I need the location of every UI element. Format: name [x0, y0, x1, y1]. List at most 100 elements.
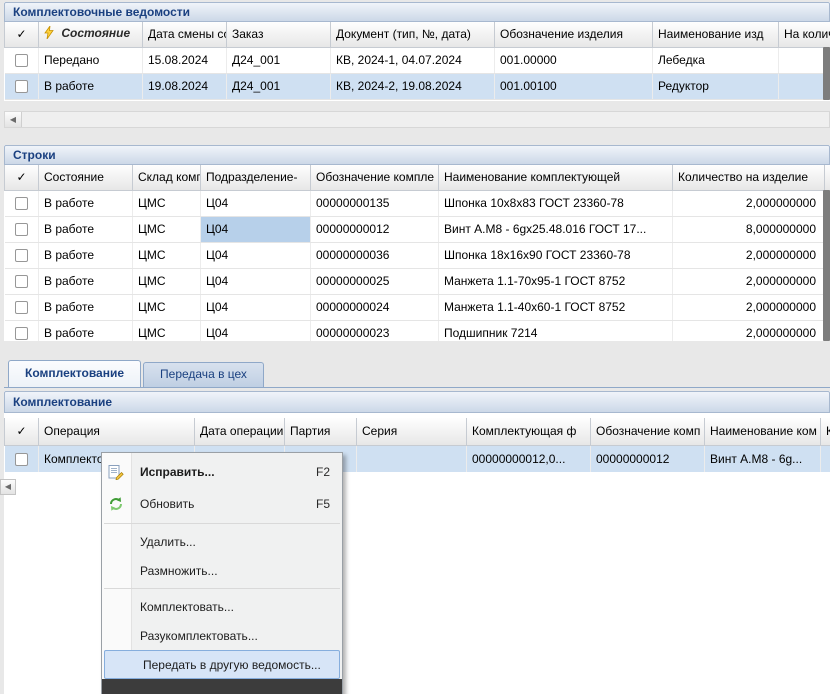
cell[interactable]: ЦМС	[133, 216, 201, 242]
cell[interactable]: В работе	[39, 320, 133, 341]
cell[interactable]: 00000000135	[311, 190, 439, 216]
cell[interactable]: Ц04	[201, 268, 311, 294]
cell[interactable]: Манжета 1.1-40x60-1 ГОСТ 8752	[439, 294, 673, 320]
column-header-state[interactable]: Состояние	[39, 22, 143, 47]
column-header-qty[interactable]: На колич	[779, 22, 830, 47]
table-row[interactable]: Передано 15.08.2024 Д24_001 КВ, 2024-1, …	[5, 47, 830, 73]
cell[interactable]: ЦМС	[133, 294, 201, 320]
checkbox-cell[interactable]	[5, 242, 39, 268]
select-all-header[interactable]: ✓	[5, 418, 39, 445]
cell[interactable]: 00000000024	[311, 294, 439, 320]
column-header-component[interactable]: Комплектующая ф	[467, 418, 591, 445]
cell[interactable]: Ц04	[201, 242, 311, 268]
checkbox-cell[interactable]	[5, 190, 39, 216]
column-header-order[interactable]: Заказ	[227, 22, 331, 47]
column-header-state[interactable]: Состояние	[39, 165, 133, 190]
column-header-component-name[interactable]: Наименование комплектующей	[439, 165, 673, 190]
table-row[interactable]: В работе ЦМС Ц04 00000000012 Винт А.М8 -…	[5, 216, 830, 242]
tab-peredacha-v-ceh[interactable]: Передача в цех	[143, 362, 264, 387]
column-header-operation[interactable]: Операция	[39, 418, 195, 445]
tab-komplektovanie[interactable]: Комплектование	[8, 360, 141, 387]
cell[interactable]: Лебедка	[653, 47, 779, 73]
cell[interactable]: 15.08.2024	[143, 47, 227, 73]
column-header-series[interactable]: Серия	[357, 418, 467, 445]
cell[interactable]: В работе	[39, 268, 133, 294]
cell[interactable]: Д24_001	[227, 47, 331, 73]
vertical-scrollbar[interactable]	[823, 47, 830, 100]
column-header-qty[interactable]: К	[821, 418, 830, 445]
cell[interactable]: Шпонка 10x8x83 ГОСТ 23360-78	[439, 190, 673, 216]
table-row[interactable]: В работе ЦМС Ц04 00000000024 Манжета 1.1…	[5, 294, 830, 320]
column-header-designation[interactable]: Обозначение комп	[591, 418, 705, 445]
cell[interactable]: ЦМС	[133, 242, 201, 268]
column-header-designation[interactable]: Обозначение компле	[311, 165, 439, 190]
checkbox-cell[interactable]	[5, 216, 39, 242]
cell[interactable]: Ц04	[201, 320, 311, 341]
column-header-warehouse[interactable]: Склад комп	[133, 165, 201, 190]
cell[interactable]: КВ, 2024-1, 04.07.2024	[331, 47, 495, 73]
table-row-selected[interactable]: В работе 19.08.2024 Д24_001 КВ, 2024-2, …	[5, 73, 830, 99]
cell[interactable]: ЦМС	[133, 190, 201, 216]
cell[interactable]: ЦМС	[133, 268, 201, 294]
row-checkbox[interactable]	[15, 301, 28, 314]
checkbox-cell[interactable]	[5, 268, 39, 294]
select-all-header[interactable]: ✓	[5, 22, 39, 47]
checkbox-cell[interactable]	[5, 294, 39, 320]
column-header-name[interactable]: Наименование ком	[705, 418, 821, 445]
row-checkbox[interactable]	[15, 453, 28, 466]
cell[interactable]: В работе	[39, 73, 143, 99]
cell[interactable]: 001.00100	[495, 73, 653, 99]
horizontal-scrollbar[interactable]: ◀	[4, 111, 830, 128]
current-cell[interactable]: 19.08.2024	[143, 73, 227, 99]
cell[interactable]: В работе	[39, 190, 133, 216]
cell[interactable]: Подшипник 7214	[439, 320, 673, 341]
menu-item-transfer[interactable]: Передать в другую ведомость...	[104, 650, 340, 679]
cell[interactable]: В работе	[39, 216, 133, 242]
column-header-division[interactable]: Подразделение-	[201, 165, 311, 190]
checkbox-cell[interactable]	[5, 47, 39, 73]
menu-item-assemble[interactable]: Комплектовать...	[102, 592, 342, 621]
cell[interactable]: 2,000000000	[673, 294, 825, 320]
row-checkbox[interactable]	[15, 80, 28, 93]
menu-item-delete[interactable]: Удалить...	[102, 527, 342, 556]
cell[interactable]: Шпонка 18x16x90 ГОСТ 23360-78	[439, 242, 673, 268]
row-checkbox[interactable]	[15, 327, 28, 340]
row-checkbox[interactable]	[15, 249, 28, 262]
cell[interactable]: В работе	[39, 242, 133, 268]
cell[interactable]: КВ, 2024-2, 19.08.2024	[331, 73, 495, 99]
cell[interactable]: 00000000036	[311, 242, 439, 268]
vertical-scrollbar[interactable]	[823, 190, 830, 341]
menu-item-refresh[interactable]: Обновить F5	[102, 488, 342, 520]
cell[interactable]: В работе	[39, 294, 133, 320]
cell[interactable]: 2,000000000	[673, 268, 825, 294]
cell[interactable]: Винт А.М8 - 6g...	[705, 445, 821, 472]
cell[interactable]: 8,000000000	[673, 216, 825, 242]
cell[interactable]: Редуктор	[653, 73, 779, 99]
column-header-date[interactable]: Дата смены сост	[143, 22, 227, 47]
cell[interactable]: 2,000000000	[673, 190, 825, 216]
menu-item-disassemble[interactable]: Разукомплектовать...	[102, 621, 342, 650]
menu-item-edit[interactable]: Исправить... F2	[102, 456, 342, 488]
menu-item-duplicate[interactable]: Размножить...	[102, 556, 342, 585]
cell[interactable]: Винт А.М8 - 6gх25.48.016 ГОСТ 17...	[439, 216, 673, 242]
cell[interactable]: Манжета 1.1-70x95-1 ГОСТ 8752	[439, 268, 673, 294]
cell[interactable]: 00000000012	[311, 216, 439, 242]
table-row[interactable]: В работе ЦМС Ц04 00000000036 Шпонка 18x1…	[5, 242, 830, 268]
checkbox-cell[interactable]	[5, 320, 39, 341]
cell[interactable]: Д24_001	[227, 73, 331, 99]
checkbox-cell[interactable]	[5, 73, 39, 99]
table-row[interactable]: В работе ЦМС Ц04 00000000023 Подшипник 7…	[5, 320, 830, 341]
column-header-designation[interactable]: Обозначение изделия	[495, 22, 653, 47]
row-checkbox[interactable]	[15, 223, 28, 236]
table-row[interactable]: В работе ЦМС Ц04 00000000025 Манжета 1.1…	[5, 268, 830, 294]
cell[interactable]: 00000000012	[591, 445, 705, 472]
row-checkbox[interactable]	[15, 197, 28, 210]
table-row[interactable]: В работе ЦМС Ц04 00000000135 Шпонка 10x8…	[5, 190, 830, 216]
row-checkbox[interactable]	[15, 54, 28, 67]
column-header-name[interactable]: Наименование изд	[653, 22, 779, 47]
column-header-batch[interactable]: Партия	[285, 418, 357, 445]
scroll-left-button[interactable]: ◀	[0, 479, 16, 495]
cell[interactable]	[821, 445, 830, 472]
cell[interactable]: 00000000012,0...	[467, 445, 591, 472]
column-header-date[interactable]: Дата операции	[195, 418, 285, 445]
